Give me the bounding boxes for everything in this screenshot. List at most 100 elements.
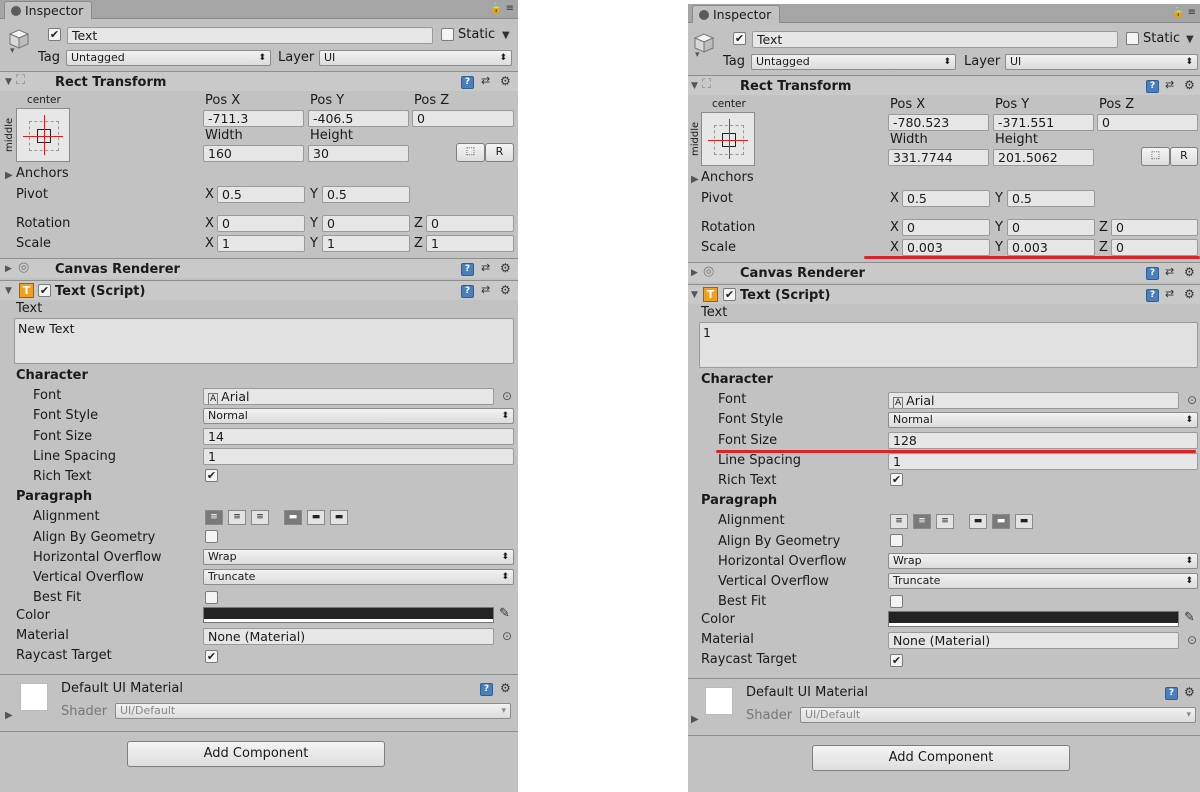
shader-dropdown[interactable]: UI/Default ▾: [800, 707, 1196, 723]
align-by-geometry-checkbox[interactable]: [890, 534, 903, 547]
align-middle-icon[interactable]: ▬: [992, 514, 1010, 529]
scale-y-field[interactable]: 0.003: [1007, 239, 1095, 256]
align-top-icon[interactable]: ▬: [969, 514, 987, 529]
scale-x-field[interactable]: 1: [217, 235, 305, 252]
font-size-field[interactable]: 128: [888, 432, 1198, 449]
object-name-field[interactable]: Text: [752, 31, 1118, 48]
align-center-icon[interactable]: ≡: [913, 514, 931, 529]
gear-icon[interactable]: ⚙: [500, 682, 513, 695]
shader-dropdown[interactable]: UI/Default ▾: [115, 703, 511, 719]
blueprint-mode-button[interactable]: ⬚: [456, 143, 485, 162]
pivot-y-field[interactable]: 0.5: [1007, 190, 1095, 207]
raw-edit-button[interactable]: R: [485, 143, 514, 162]
rich-text-checkbox[interactable]: ✔: [205, 469, 218, 482]
presets-icon[interactable]: ⇄: [1165, 288, 1178, 301]
active-checkbox[interactable]: ✔: [733, 32, 746, 45]
foldout-open-icon[interactable]: ▼: [691, 290, 698, 300]
text-enabled-checkbox[interactable]: ✔: [38, 284, 51, 297]
rich-text-checkbox[interactable]: ✔: [890, 473, 903, 486]
help-icon[interactable]: ?: [1146, 267, 1159, 280]
align-middle-icon[interactable]: ▬: [307, 510, 325, 525]
static-dropdown-icon[interactable]: ▼: [1186, 34, 1194, 45]
rotation-x-field[interactable]: 0: [902, 219, 990, 236]
presets-icon[interactable]: ⇄: [1165, 79, 1178, 92]
pos-y-field[interactable]: -406.5: [308, 110, 409, 127]
scale-x-field[interactable]: 0.003: [902, 239, 990, 256]
cube-dropdown-icon[interactable]: ▾: [10, 46, 15, 56]
static-checkbox[interactable]: [441, 28, 454, 41]
gear-icon[interactable]: ⚙: [1184, 288, 1197, 301]
foldout-open-icon[interactable]: ▼: [691, 81, 698, 91]
gear-icon[interactable]: ⚙: [1184, 686, 1197, 699]
font-field[interactable]: A Arial: [203, 388, 494, 405]
gear-icon[interactable]: ⚙: [1184, 79, 1197, 92]
presets-icon[interactable]: ⇄: [481, 262, 494, 275]
horizontal-overflow-dropdown[interactable]: Wrap ⬍: [203, 549, 514, 565]
pivot-x-field[interactable]: 0.5: [902, 190, 990, 207]
help-icon[interactable]: ?: [1146, 289, 1159, 302]
pos-z-field[interactable]: 0: [1097, 114, 1198, 131]
text-enabled-checkbox[interactable]: ✔: [723, 288, 736, 301]
foldout-closed-icon[interactable]: ▶: [691, 268, 698, 278]
align-top-icon[interactable]: ▬: [284, 510, 302, 525]
foldout-closed-icon[interactable]: ▶: [5, 264, 12, 274]
gear-icon[interactable]: ⚙: [500, 75, 513, 88]
static-dropdown-icon[interactable]: ▼: [502, 30, 510, 41]
raycast-target-checkbox[interactable]: ✔: [890, 654, 903, 667]
align-bottom-icon[interactable]: ▬: [1015, 514, 1033, 529]
text-script-header[interactable]: ▼ T ✔ Text (Script) ? ⇄ ⚙: [0, 280, 518, 300]
pivot-x-field[interactable]: 0.5: [217, 186, 305, 203]
help-icon[interactable]: ?: [1146, 80, 1159, 93]
help-icon[interactable]: ?: [461, 285, 474, 298]
add-component-button[interactable]: Add Component: [127, 741, 385, 767]
active-checkbox[interactable]: ✔: [48, 28, 61, 41]
rotation-z-field[interactable]: 0: [1111, 219, 1198, 236]
height-field[interactable]: 201.5062: [993, 149, 1094, 166]
text-script-header[interactable]: ▼ T ✔ Text (Script) ? ⇄ ⚙: [688, 284, 1200, 304]
pos-x-field[interactable]: -711.3: [203, 110, 304, 127]
canvas-renderer-header[interactable]: ▶ ◎ Canvas Renderer ? ⇄ ⚙: [688, 262, 1200, 282]
align-bottom-icon[interactable]: ▬: [330, 510, 348, 525]
best-fit-checkbox[interactable]: [205, 591, 218, 604]
line-spacing-field[interactable]: 1: [888, 453, 1198, 470]
object-picker-icon[interactable]: ⊙: [502, 629, 512, 643]
rotation-z-field[interactable]: 0: [426, 215, 514, 232]
align-left-icon[interactable]: ≡: [890, 514, 908, 529]
gear-icon[interactable]: ⚙: [500, 284, 513, 297]
layer-dropdown[interactable]: UI ⬍: [319, 50, 512, 66]
scale-z-field[interactable]: 1: [426, 235, 514, 252]
scale-y-field[interactable]: 1: [322, 235, 410, 252]
blueprint-mode-button[interactable]: ⬚: [1141, 147, 1170, 166]
align-right-icon[interactable]: ≡: [251, 510, 269, 525]
anchors-foldout-icon[interactable]: ▶: [691, 174, 699, 185]
material-field[interactable]: None (Material): [203, 628, 494, 645]
text-content-area[interactable]: 1: [699, 322, 1198, 368]
tag-dropdown[interactable]: Untagged ⬍: [66, 50, 271, 66]
rect-transform-header[interactable]: ▼ ⛶ Rect Transform ? ⇄ ⚙: [688, 75, 1200, 95]
font-style-dropdown[interactable]: Normal ⬍: [888, 412, 1198, 428]
help-icon[interactable]: ?: [1165, 687, 1178, 700]
presets-icon[interactable]: ⇄: [481, 75, 494, 88]
layer-dropdown[interactable]: UI ⬍: [1005, 54, 1198, 70]
help-icon[interactable]: ?: [480, 683, 493, 696]
line-spacing-field[interactable]: 1: [203, 448, 514, 465]
add-component-button[interactable]: Add Component: [812, 745, 1070, 771]
canvas-renderer-header[interactable]: ▶ ◎ Canvas Renderer ? ⇄ ⚙: [0, 258, 518, 278]
foldout-open-icon[interactable]: ▼: [5, 286, 12, 296]
pivot-y-field[interactable]: 0.5: [322, 186, 410, 203]
pos-x-field[interactable]: -780.523: [888, 114, 989, 131]
pos-z-field[interactable]: 0: [412, 110, 514, 127]
help-icon[interactable]: ?: [461, 263, 474, 276]
gear-icon[interactable]: ⚙: [500, 262, 513, 275]
cube-dropdown-icon[interactable]: ▾: [695, 50, 700, 60]
raw-edit-button[interactable]: R: [1170, 147, 1198, 166]
font-field[interactable]: A Arial: [888, 392, 1179, 409]
lock-icon[interactable]: 🔒 ≡: [1172, 7, 1196, 18]
anchors-label[interactable]: Anchors: [701, 170, 754, 185]
width-field[interactable]: 331.7744: [888, 149, 989, 166]
object-name-field[interactable]: Text: [67, 27, 433, 44]
pos-y-field[interactable]: -371.551: [993, 114, 1094, 131]
anchors-label[interactable]: Anchors: [16, 166, 69, 181]
rotation-x-field[interactable]: 0: [217, 215, 305, 232]
gear-icon[interactable]: ⚙: [1184, 266, 1197, 279]
